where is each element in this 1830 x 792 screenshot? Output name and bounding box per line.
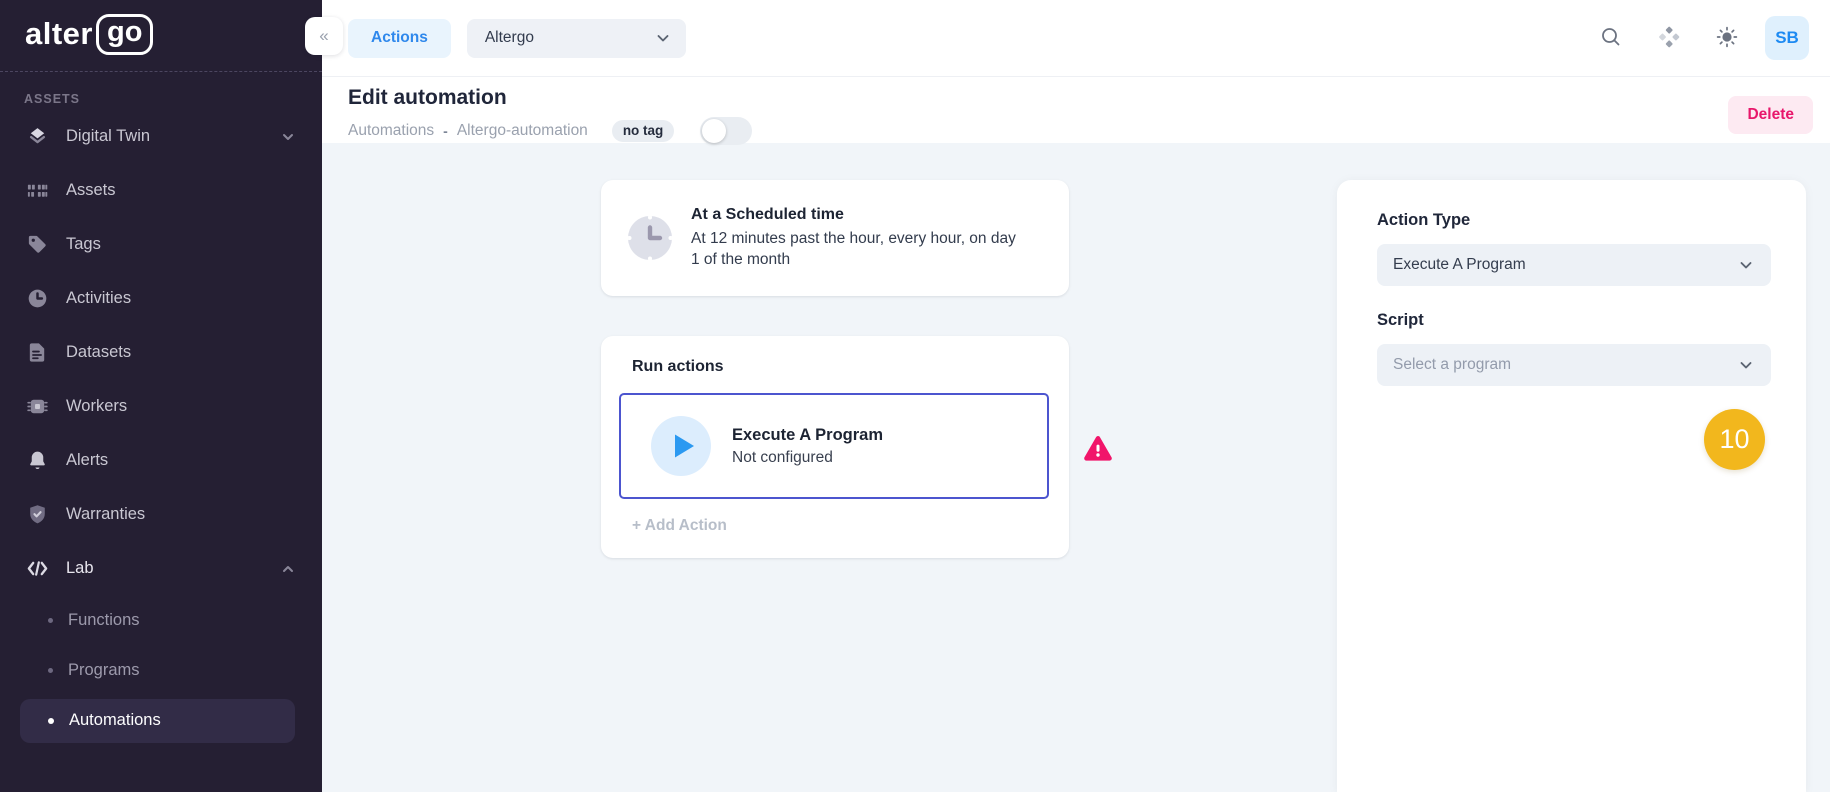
sidebar-item-label: Digital Twin [66,127,150,146]
sidebar: alter go ASSETS Digital Twin Assets [0,0,322,792]
chevron-down-icon [1737,356,1755,374]
sidebar-item-label: Programs [68,661,140,680]
sidebar-item-workers[interactable]: Workers [0,380,322,434]
action-config-panel: Action Type Execute A Program Script Sel… [1337,180,1806,792]
sidebar-item-label: Functions [68,611,140,630]
page-title: Edit automation [348,86,1830,110]
page-header: Edit automation Automations - Altergo-au… [322,77,1830,143]
sidebar-item-label: Assets [66,181,116,200]
sidebar-item-label: Alerts [66,451,108,470]
action-type-label: Action Type [1377,211,1771,230]
script-label: Script [1377,311,1771,330]
sidebar-item-tags[interactable]: Tags [0,218,322,272]
breadcrumb-parent[interactable]: Automations [348,122,434,140]
topbar: Actions Altergo SB [322,0,1830,77]
bullet-icon [48,718,54,724]
altergo-logo[interactable]: alter go [0,0,322,71]
sidebar-item-digital-twin[interactable]: Digital Twin [0,110,322,164]
trigger-card[interactable]: At a Scheduled time At 12 minutes past t… [601,180,1069,296]
feedback-count-badge[interactable]: 10 [1704,409,1765,470]
sidebar-item-datasets[interactable]: Datasets [0,326,322,380]
run-actions-card: Run actions Execute A Program Not config… [601,336,1069,558]
action-item-execute-program[interactable]: Execute A Program Not configured [619,393,1049,499]
scope-dropdown-value: Altergo [485,29,534,47]
sidebar-item-label: Automations [69,711,161,730]
sidebar-item-label: Activities [66,289,131,308]
breadcrumb: Automations - Altergo-automation no tag [348,117,1830,145]
sidebar-divider [0,71,322,72]
sidebar-item-functions[interactable]: Functions [0,596,322,646]
action-type-value: Execute A Program [1393,256,1526,274]
automation-canvas: At a Scheduled time At 12 minutes past t… [322,143,1830,792]
sidebar-item-assets[interactable]: Assets [0,164,322,218]
tag-badge[interactable]: no tag [612,120,675,142]
warning-triangle-icon [1084,435,1112,467]
user-avatar[interactable]: SB [1765,16,1809,60]
apps-menu-button[interactable] [1651,20,1687,56]
run-actions-title: Run actions [632,358,724,376]
script-dropdown[interactable]: Select a program [1377,344,1771,386]
clock-icon [24,287,50,310]
sidebar-item-label: Tags [66,235,101,254]
bullet-icon [48,618,53,623]
sidebar-item-activities[interactable]: Activities [0,272,322,326]
sidebar-item-automations[interactable]: Automations [20,699,295,743]
delete-button[interactable]: Delete [1728,96,1813,134]
action-name: Execute A Program [732,426,883,445]
theme-toggle-button[interactable] [1709,20,1745,56]
automation-enabled-toggle[interactable] [700,117,752,145]
sidebar-item-label: Lab [66,559,94,578]
assets-grid-icon [24,179,50,202]
apps-diamonds-icon [1657,25,1681,52]
trigger-description: At 12 minutes past the hour, every hour,… [691,228,1021,270]
light-theme-sun-icon [1716,26,1738,51]
sidebar-collapse-button[interactable]: « [305,17,343,55]
scope-dropdown[interactable]: Altergo [467,19,686,58]
scheduled-clock-icon [628,216,672,260]
add-action-button[interactable]: + Add Action [632,517,727,535]
app-root: alter go ASSETS Digital Twin Assets [0,0,1830,792]
chevron-down-icon [1737,256,1755,274]
sidebar-item-label: Workers [66,397,127,416]
sidebar-item-label: Datasets [66,343,131,362]
sidebar-item-programs[interactable]: Programs [0,646,322,696]
sidebar-item-warranties[interactable]: Warranties [0,488,322,542]
chevron-down-icon [654,29,672,47]
sidebar-item-lab[interactable]: Lab [0,542,322,596]
trigger-text: At a Scheduled time At 12 minutes past t… [691,206,1021,270]
breadcrumb-separator: - [443,123,448,139]
sidebar-item-alerts[interactable]: Alerts [0,434,322,488]
actions-tab-button[interactable]: Actions [348,19,451,58]
sidebar-nav: Digital Twin Assets Tags [0,110,322,743]
logo-text: alter [25,16,93,52]
bell-icon [24,449,50,472]
logo-go-badge: go [96,14,153,55]
code-brackets-icon [24,557,50,580]
sidebar-section-assets: ASSETS [24,92,322,106]
search-icon [1600,26,1622,51]
sidebar-item-label: Warranties [66,505,145,524]
shield-check-icon [24,503,50,526]
script-placeholder: Select a program [1393,356,1511,374]
chip-icon [24,395,50,418]
chevron-down-icon [280,129,296,145]
tag-icon [24,233,50,256]
play-icon [651,416,711,476]
action-text: Execute A Program Not configured [732,426,883,467]
search-button[interactable] [1593,20,1629,56]
chevron-up-icon [280,561,296,577]
action-type-dropdown[interactable]: Execute A Program [1377,244,1771,286]
toggle-knob [702,119,726,143]
trigger-title: At a Scheduled time [691,206,1021,224]
breadcrumb-current: Altergo-automation [457,122,588,140]
digital-twin-layers-icon [24,125,50,148]
document-icon [24,341,50,364]
action-status: Not configured [732,449,883,467]
bullet-icon [48,668,53,673]
double-chevron-left-icon: « [319,26,328,46]
